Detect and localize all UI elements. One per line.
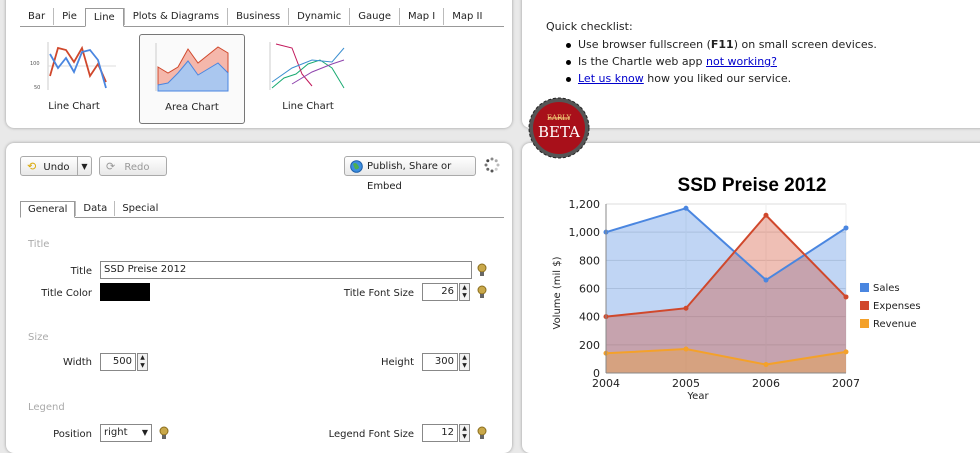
legend-label: Revenue [873, 319, 917, 330]
position-label: Position [53, 429, 92, 440]
data-point [683, 346, 689, 352]
line-chart-2-thumb-icon [269, 42, 345, 90]
x-tick-label: 2004 [592, 377, 620, 390]
legend-swatch [860, 319, 869, 328]
data-point [683, 305, 689, 311]
editor-tabs: General Data Special [20, 201, 504, 218]
thumb-area-chart[interactable]: Area Chart [139, 34, 245, 124]
thumb-tick-top: 100 [30, 61, 40, 67]
title-color-label: Title Color [41, 288, 92, 299]
data-point [763, 212, 769, 218]
legend-label: Sales [873, 283, 900, 294]
y-tick-label: 800 [579, 254, 600, 267]
data-point [683, 205, 689, 211]
stepper-arrows-icon[interactable]: ▲ ▼ [459, 424, 470, 442]
tab-gauge[interactable]: Gauge [349, 8, 399, 25]
stepper-arrows-icon[interactable]: ▲ ▼ [137, 353, 148, 371]
x-tick-label: 2006 [752, 377, 780, 390]
x-tick-label: 2007 [832, 377, 860, 390]
height-label: Height [380, 357, 414, 368]
redo-button[interactable]: ⟳ Redo [99, 156, 167, 176]
chart-title: SSD Preise 2012 [678, 175, 827, 196]
area-chart-thumb-icon [155, 43, 229, 92]
y-tick-label: 600 [579, 283, 600, 296]
let-us-know-link[interactable]: Let us know [578, 72, 644, 85]
checklist: Use browser fullscreen (F11) on small sc… [566, 38, 877, 89]
loading-spinner-icon [484, 157, 500, 173]
chart-type-tabs: Bar Pie Line Plots & Diagrams Business D… [20, 8, 504, 27]
tab-line[interactable]: Line [84, 8, 124, 27]
stepper-arrows-icon[interactable]: ▲ ▼ [459, 353, 470, 371]
tab-business[interactable]: Business [227, 8, 288, 25]
editor-panel: ⟲ Undo ▼ ⟳ Redo Publish, Share or Embed … [6, 143, 512, 453]
thumb-tick-bottom: 50 [34, 85, 40, 91]
title-label: Title [70, 266, 92, 277]
data-point [763, 362, 769, 368]
list-item: Let us know how you liked our service. [566, 72, 877, 86]
width-label: Width [62, 357, 92, 368]
x-tick-label: 2005 [672, 377, 700, 390]
tab-data[interactable]: Data [75, 201, 114, 216]
undo-button[interactable]: ⟲ Undo ▼ [20, 156, 92, 176]
tab-bar[interactable]: Bar [20, 8, 53, 25]
tab-pie[interactable]: Pie [53, 8, 85, 25]
y-tick-label: 200 [579, 339, 600, 352]
tab-plots-diagrams[interactable]: Plots & Diagrams [123, 8, 227, 25]
legend-label: Expenses [873, 301, 921, 312]
chart-preview-panel: SSD Preise 2012 0 200 400 600 800 1,000 1,200 2… [522, 143, 980, 453]
title-font-size-label: Title Font Size [343, 288, 414, 299]
line-chart-thumb-icon: 100 50 [30, 42, 116, 91]
thumb-line-chart[interactable]: 100 50 Line Chart [22, 34, 126, 122]
undo-icon: ⟲ [27, 160, 37, 173]
y-tick-label: 400 [579, 311, 600, 324]
legend-position-select[interactable]: right ▼ [100, 424, 152, 442]
legend-swatch [860, 283, 869, 292]
legend-section-heading: Legend [28, 402, 65, 413]
beta-badge-icon: EARLY BETA [528, 97, 590, 159]
legend-swatch [860, 301, 869, 310]
badge-beta: BETA [538, 123, 580, 141]
data-point [843, 349, 849, 355]
tab-special[interactable]: Special [114, 201, 165, 216]
y-tick-label: 1,000 [569, 226, 601, 239]
thumb-area-chart-label: Area Chart [165, 102, 219, 113]
list-item: Use browser fullscreen (F11) on small sc… [566, 38, 877, 51]
hint-bulb-icon[interactable] [476, 263, 488, 277]
checklist-title: Quick checklist: [546, 20, 633, 33]
area-chart: SSD Preise 2012 02004006008001,0001,2002… [552, 175, 921, 402]
thumb-line-chart-2-label: Line Chart [282, 101, 334, 112]
publish-button[interactable]: Publish, Share or Embed [344, 156, 476, 192]
chevron-down-icon: ▼ [141, 428, 148, 437]
stepper-arrows-icon[interactable]: ▲ ▼ [459, 283, 470, 301]
tab-map-2[interactable]: Map II [443, 8, 490, 25]
data-point [763, 277, 769, 283]
checklist-panel: Quick checklist: Use browser fullscreen … [522, 0, 980, 128]
y-tick-label: 1,200 [569, 198, 601, 211]
not-working-link[interactable]: not working? [706, 55, 777, 68]
y-axis-label: Volume (mil $) [552, 256, 563, 329]
data-point [843, 225, 849, 231]
title-input[interactable]: SSD Preise 2012 [100, 261, 472, 279]
legend-font-size-label: Legend Font Size [328, 429, 414, 440]
title-section-heading: Title [28, 239, 50, 250]
thumb-line-chart-2[interactable]: Line Chart [256, 34, 360, 122]
redo-icon: ⟳ [106, 160, 116, 173]
tab-general[interactable]: General [20, 201, 76, 218]
hint-bulb-icon[interactable] [476, 426, 488, 440]
x-axis-label: Year [686, 391, 709, 402]
title-color-swatch[interactable] [100, 283, 150, 301]
hint-bulb-icon[interactable] [476, 285, 488, 299]
list-item: Is the Chartle web app not working? [566, 55, 877, 69]
chart-type-panel: Bar Pie Line Plots & Diagrams Business D… [6, 0, 512, 128]
globe-icon [350, 160, 363, 173]
tab-map-1[interactable]: Map I [399, 8, 443, 25]
hint-bulb-icon[interactable] [158, 426, 170, 440]
tab-dynamic[interactable]: Dynamic [288, 8, 349, 25]
undo-dropdown-icon[interactable]: ▼ [77, 157, 91, 175]
size-section-heading: Size [28, 332, 49, 343]
thumb-line-chart-label: Line Chart [48, 101, 100, 112]
data-point [843, 294, 849, 300]
